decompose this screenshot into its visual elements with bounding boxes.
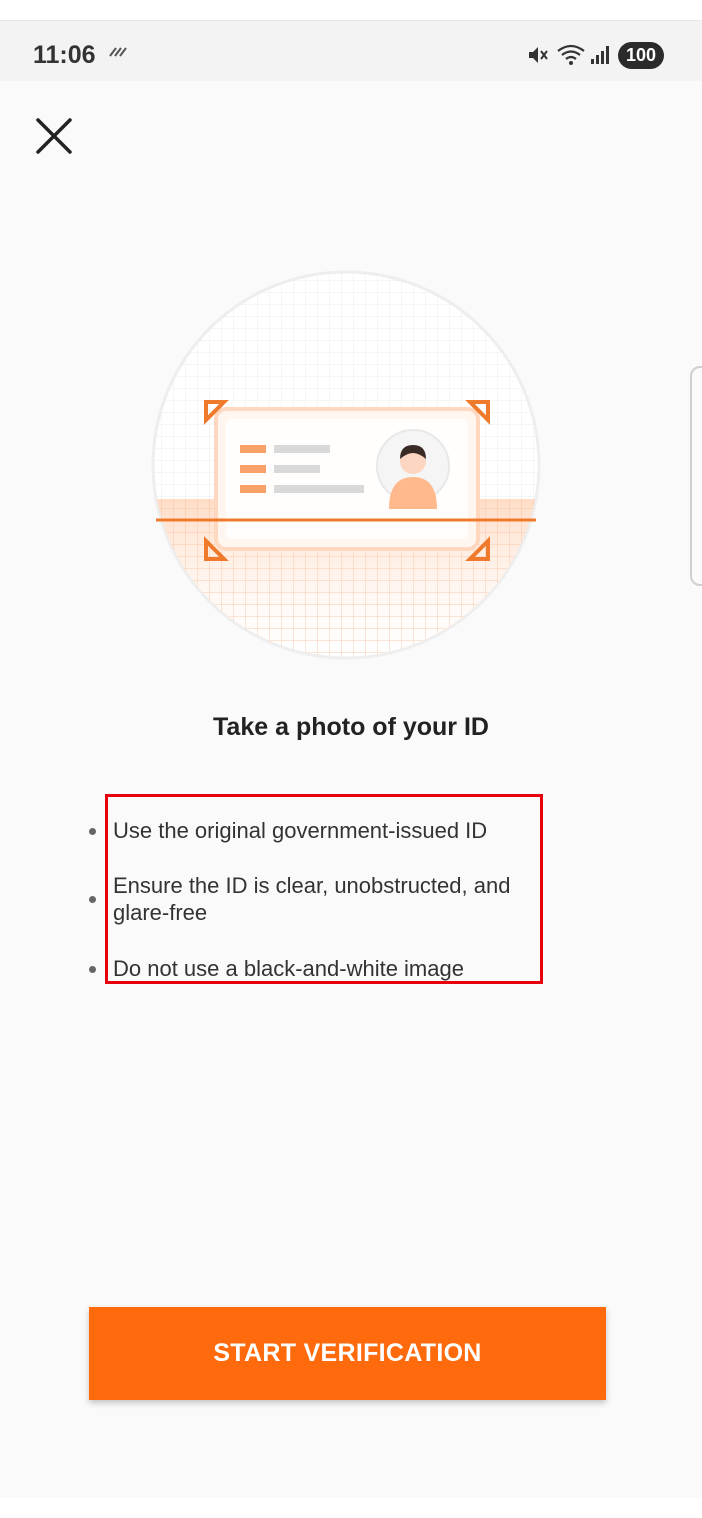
battery-icon: 100 xyxy=(618,42,664,69)
close-icon[interactable] xyxy=(32,114,76,158)
battery-level: 100 xyxy=(625,45,657,65)
cell-signal-icon xyxy=(591,46,609,64)
page-title: Take a photo of your ID xyxy=(213,713,489,741)
bullet-icon xyxy=(89,827,96,835)
status-bar: 11:06 100 xyxy=(0,21,702,81)
wifi-icon xyxy=(557,44,585,65)
id-card-illustration xyxy=(151,270,541,660)
bullet-icon xyxy=(89,965,96,973)
highlight-box xyxy=(105,794,543,984)
signal-glyph-icon xyxy=(109,47,127,57)
edge-panel-handle[interactable] xyxy=(690,366,702,586)
mute-icon xyxy=(529,47,548,63)
verification-screen: 11:06 100 Take a photo of your ID Use th… xyxy=(0,20,702,1498)
start-verification-button[interactable]: START VERIFICATION xyxy=(89,1307,606,1400)
bullet-icon xyxy=(89,896,96,903)
status-time: 11:06 xyxy=(33,41,96,69)
